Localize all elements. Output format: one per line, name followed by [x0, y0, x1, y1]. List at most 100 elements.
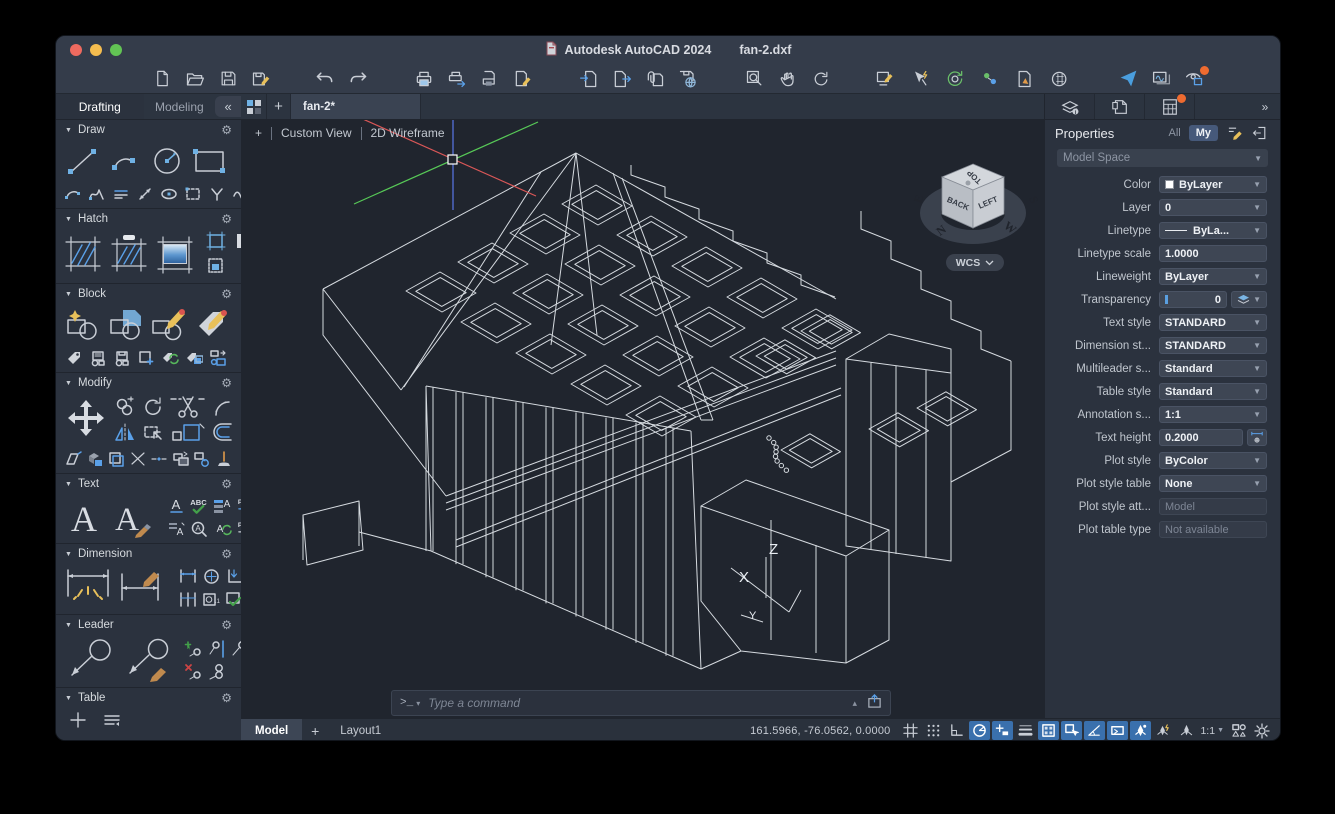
maximize-window-button[interactable] — [110, 44, 122, 56]
text-style-dropdown[interactable]: STANDARD▼ — [1159, 314, 1267, 331]
coordinates-readout[interactable]: 161.5966, -76.0562, 0.0000 — [750, 725, 890, 737]
text-table-tool[interactable]: A — [212, 495, 232, 517]
add-layout-button[interactable]: + — [302, 719, 328, 741]
tool-palettes-icon[interactable] — [234, 230, 241, 252]
gradient-tool[interactable] — [156, 231, 194, 277]
annotation-autoscale-toggle[interactable] — [1153, 721, 1174, 740]
polygon-tool[interactable] — [184, 183, 202, 205]
annotation-scale-dropdown[interactable]: 1:1▼ — [1159, 406, 1267, 423]
edit-text-tool[interactable]: A — [166, 518, 186, 540]
text-height-input[interactable]: 0.2000 — [1159, 429, 1243, 446]
orbit-icon[interactable] — [810, 68, 832, 90]
divide-tool[interactable] — [208, 183, 226, 205]
break-tool[interactable] — [129, 448, 148, 470]
dimension-check-tool[interactable] — [224, 589, 241, 611]
align-leaders-tool[interactable] — [207, 638, 227, 660]
copy-tool[interactable] — [112, 394, 137, 419]
gear-icon[interactable]: ⚙ — [221, 377, 232, 389]
lengthen-tool[interactable] — [64, 448, 83, 470]
chevron-down-icon[interactable]: ▼ — [65, 127, 72, 134]
tab-sheet-set[interactable] — [1095, 94, 1145, 119]
command-history-caret-icon[interactable]: ▾ — [416, 699, 420, 708]
open-file-icon[interactable] — [184, 68, 206, 90]
sync-attributes-tool[interactable] — [160, 347, 180, 369]
rotate-tool[interactable] — [140, 394, 165, 419]
hatch-edit-tool[interactable] — [206, 255, 226, 277]
viewport-plus-control[interactable]: + — [255, 126, 262, 140]
center-mark-tool[interactable] — [201, 566, 221, 588]
chevron-down-icon[interactable]: ▼ — [1217, 727, 1224, 734]
save-icon[interactable] — [217, 68, 239, 90]
gear-icon[interactable]: ⚙ — [221, 124, 232, 136]
visibility-notifications-icon[interactable] — [1183, 68, 1205, 90]
replace-block-tool[interactable] — [208, 347, 228, 369]
text-style-tool[interactable]: A — [110, 496, 154, 540]
linetype-dropdown[interactable]: ByLa...▼ — [1159, 222, 1267, 239]
thicken-tool[interactable] — [86, 448, 105, 470]
grid-display-toggle[interactable] — [900, 721, 921, 740]
chevron-down-icon[interactable]: ▼ — [65, 551, 72, 558]
attach-icon[interactable] — [644, 68, 666, 90]
table-style-tool[interactable] — [102, 709, 122, 731]
pick-text-height-button[interactable] — [1247, 429, 1267, 446]
insert-table-tool[interactable] — [68, 709, 88, 731]
dimension-style-dropdown[interactable]: STANDARD▼ — [1159, 337, 1267, 354]
multileader-style-tool[interactable] — [122, 636, 176, 684]
graphics-window-icon[interactable] — [1150, 68, 1172, 90]
multiline-tool[interactable] — [112, 183, 130, 205]
drawing-grid-icon[interactable] — [241, 94, 267, 119]
chevron-down-icon[interactable]: ▼ — [65, 380, 72, 387]
offset-tool[interactable] — [211, 420, 236, 445]
chevron-down-icon[interactable]: ▼ — [65, 216, 72, 223]
chevron-down-icon[interactable]: ▼ — [65, 622, 72, 629]
linear-dimension-tool[interactable] — [178, 566, 198, 588]
new-drawing-tab-button[interactable]: + — [267, 94, 291, 119]
circle-tool[interactable] — [148, 141, 186, 181]
linetype-scale-input[interactable]: 1.0000 — [1159, 245, 1267, 262]
chevron-down-icon[interactable]: ▼ — [65, 481, 72, 488]
define-attribute-tool[interactable] — [136, 347, 156, 369]
update-text-tool[interactable]: A — [212, 518, 232, 540]
arc-tool[interactable] — [106, 141, 144, 181]
trim-tool[interactable] — [168, 394, 208, 419]
add-leader-tool[interactable] — [184, 638, 204, 660]
save-block-tool[interactable] — [112, 347, 132, 369]
mtext-tool[interactable]: A — [64, 496, 104, 540]
annotation-scale-button[interactable] — [1176, 721, 1197, 740]
annotation-scale-value[interactable]: 1:1 — [1200, 725, 1215, 737]
viewport-style-control[interactable]: 2D Wireframe — [371, 126, 445, 140]
undo-icon[interactable] — [314, 68, 336, 90]
workspace-switching-button[interactable] — [1228, 721, 1249, 740]
ortho-mode-toggle[interactable] — [946, 721, 967, 740]
object-snap-toggle[interactable] — [992, 721, 1013, 740]
isodraft-toggle[interactable] — [1084, 721, 1105, 740]
plot-style-dropdown[interactable]: ByColor▼ — [1159, 452, 1267, 469]
model-tab[interactable]: Model — [241, 719, 302, 741]
collapse-palette-button[interactable]: « — [215, 96, 241, 117]
selection-dropdown[interactable]: Model Space ▼ — [1057, 149, 1268, 167]
spline-tool[interactable] — [88, 183, 106, 205]
layer-dropdown[interactable]: 0▼ — [1159, 199, 1267, 216]
align-tool[interactable] — [193, 448, 212, 470]
lineweight-display-toggle[interactable] — [1015, 721, 1036, 740]
plot-style-table-dropdown[interactable]: None▼ — [1159, 475, 1267, 492]
quick-select-icon[interactable] — [909, 68, 931, 90]
customization-gear-button[interactable] — [1251, 721, 1272, 740]
tab-quick-calc[interactable] — [1145, 94, 1195, 119]
save-as-icon[interactable] — [250, 68, 272, 90]
minimize-window-button[interactable] — [90, 44, 102, 56]
chevron-down-icon[interactable]: ▼ — [65, 695, 72, 702]
transparency-slider[interactable]: 0 — [1159, 291, 1227, 308]
remove-leader-tool[interactable] — [184, 661, 204, 683]
zoom-window-icon[interactable] — [744, 68, 766, 90]
table-style-dropdown[interactable]: Standard▼ — [1159, 383, 1267, 400]
export-icon[interactable] — [611, 68, 633, 90]
dimension-continue-tool[interactable] — [178, 589, 198, 611]
tab-modeling[interactable]: Modeling — [144, 94, 216, 119]
dimension-style-tool[interactable] — [118, 565, 170, 611]
transparency-toggle[interactable] — [1038, 721, 1059, 740]
create-block-tool[interactable] — [64, 305, 102, 345]
annotation-visibility-toggle[interactable] — [1130, 721, 1151, 740]
multileader-tool[interactable] — [64, 636, 116, 684]
edit-attributes-tool[interactable] — [193, 305, 231, 345]
